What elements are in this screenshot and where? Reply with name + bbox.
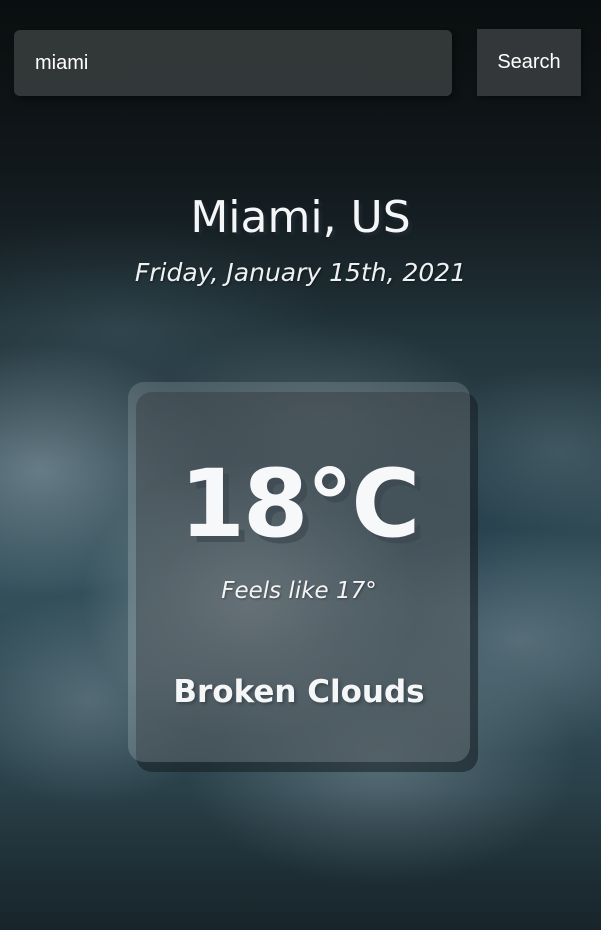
current-date: Friday, January 15th, 2021 [134,258,467,287]
weather-app: Search Miami, US Friday, January 15th, 2… [0,0,601,930]
weather-card: 18°C Feels like 17° Broken Clouds [128,382,470,762]
feels-like-text: Feels like 17° [221,578,377,604]
weather-condition: Broken Clouds [173,674,425,710]
search-button[interactable]: Search [477,29,581,96]
location-title: Miami, US [190,192,411,243]
temperature-value: 18°C [179,450,421,559]
search-input[interactable] [14,30,452,96]
